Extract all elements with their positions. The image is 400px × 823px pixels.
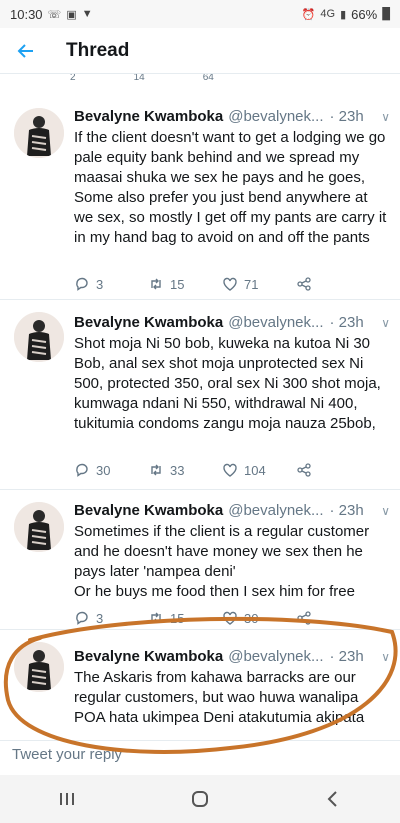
tweet-time: · 23h	[329, 648, 364, 665]
like-count: 104	[244, 462, 266, 478]
reply-button[interactable]: 30	[74, 462, 148, 478]
tweet-text: If the client doesn't want to get a lodg…	[74, 129, 387, 246]
share-icon	[297, 611, 311, 625]
system-nav-bar	[0, 775, 400, 823]
gallery-icon: ▣	[66, 8, 77, 21]
like-button[interactable]: 104	[222, 462, 296, 478]
like-count: 30	[244, 610, 259, 626]
tweet-time: · 23h	[329, 108, 364, 125]
avatar[interactable]	[14, 502, 64, 552]
tweet[interactable]: Bevalyne Kwamboka @bevalynek... · 23h ∨ …	[0, 300, 400, 490]
home-button[interactable]	[170, 779, 230, 819]
tweet[interactable]: Bevalyne Kwamboka @bevalynek... · 23h ∨ …	[0, 490, 400, 630]
page-title: Thread	[66, 39, 130, 61]
reply-input[interactable]: Tweet your reply	[0, 740, 400, 768]
reply-icon	[76, 277, 88, 291]
tweet-text: The Askaris from kahawa barracks are our…	[74, 669, 365, 726]
signal-icon: ▮	[340, 8, 347, 21]
retweet-count: 15	[170, 276, 185, 292]
tweet[interactable]: Bevalyne Kwamboka @bevalynek... · 23h ∨ …	[0, 630, 400, 740]
tweet-actions: 30 33 104	[74, 460, 370, 480]
recents-icon	[59, 793, 74, 805]
clock: 10:30	[10, 6, 43, 22]
chevron-down-icon[interactable]: ∨	[381, 650, 390, 664]
tweet-time: · 23h	[329, 314, 364, 331]
like-button[interactable]: 30	[222, 610, 296, 626]
chevron-down-icon[interactable]: ∨	[381, 504, 390, 518]
avatar[interactable]	[14, 312, 64, 362]
author-name[interactable]: Bevalyne Kwamboka	[74, 502, 223, 519]
share-button[interactable]	[296, 610, 370, 626]
battery-percent: 66%	[351, 6, 378, 22]
like-count: 71	[244, 276, 259, 292]
share-icon	[297, 277, 311, 291]
avatar[interactable]	[14, 108, 64, 158]
back-button[interactable]	[2, 28, 50, 74]
heart-icon	[223, 611, 237, 625]
system-back-button[interactable]	[303, 779, 363, 819]
share-button[interactable]	[296, 462, 370, 478]
chevron-down-icon[interactable]: ∨	[381, 110, 390, 124]
reply-button[interactable]: 3	[74, 276, 148, 292]
retweet-icon	[151, 464, 161, 476]
reply-icon	[76, 611, 88, 625]
profile-photo-icon	[14, 642, 64, 692]
battery-icon: █	[382, 8, 390, 20]
heart-icon	[223, 277, 237, 291]
author-name[interactable]: Bevalyne Kwamboka	[74, 314, 223, 331]
network-label: 4G	[320, 8, 336, 20]
retweet-button[interactable]: 33	[148, 462, 222, 478]
author-handle: @bevalynek...	[228, 648, 324, 665]
author-name[interactable]: Bevalyne Kwamboka	[74, 648, 223, 665]
chevron-down-icon[interactable]: ∨	[381, 316, 390, 330]
partial-reply-count: 2	[70, 74, 76, 83]
arrow-left-icon	[17, 43, 33, 58]
tweet-text: Shot moja Ni 50 bob, kuweka na kutoa Ni …	[74, 335, 381, 432]
retweet-count: 15	[170, 610, 185, 626]
share-button[interactable]	[296, 276, 370, 292]
tweet-actions: 3 15 71	[74, 274, 370, 294]
reply-count: 3	[96, 610, 104, 626]
usb-icon: ▼	[81, 8, 93, 20]
heart-icon	[223, 463, 237, 477]
avatar[interactable]	[14, 642, 64, 692]
reply-placeholder: Tweet your reply	[12, 746, 123, 763]
reply-icon	[76, 463, 88, 477]
recents-button[interactable]	[37, 779, 97, 819]
status-bar: 10:30 ☏ ▣ ▼ ⏰ 4G ▮ 66% █	[0, 0, 400, 28]
alarm-icon: ⏰	[301, 8, 316, 21]
tweet[interactable]: Bevalyne Kwamboka @bevalynek... · 23h ∨ …	[0, 96, 400, 300]
reply-count: 30	[96, 462, 111, 478]
author-handle: @bevalynek...	[228, 502, 324, 519]
tweet-time: · 23h	[329, 502, 364, 519]
partial-like-count: 64	[202, 74, 214, 83]
author-name[interactable]: Bevalyne Kwamboka	[74, 108, 223, 125]
share-icon	[297, 463, 311, 477]
retweet-icon	[151, 612, 161, 624]
tweet-text: Sometimes if the client is a regular cus…	[74, 523, 370, 600]
partial-previous-actions: 2 14 64	[0, 74, 400, 96]
retweet-count: 33	[170, 462, 185, 478]
retweet-button[interactable]: 15	[148, 610, 222, 626]
reply-count: 3	[96, 276, 104, 292]
like-button[interactable]: 71	[222, 276, 296, 292]
author-handle: @bevalynek...	[228, 108, 324, 125]
back-chevron-icon	[327, 791, 338, 807]
retweet-icon	[151, 278, 161, 290]
reply-button[interactable]: 3	[74, 610, 148, 626]
profile-photo-icon	[14, 312, 64, 362]
thread-header: Thread	[0, 28, 400, 74]
profile-photo-icon	[14, 108, 64, 158]
profile-photo-icon	[14, 502, 64, 552]
author-handle: @bevalynek...	[228, 314, 324, 331]
home-icon	[191, 791, 208, 807]
tweet-actions: 3 15 30	[74, 608, 370, 628]
partial-retweet-count: 14	[133, 74, 145, 83]
retweet-button[interactable]: 15	[148, 276, 222, 292]
whatsapp-icon: ☏	[47, 8, 62, 21]
